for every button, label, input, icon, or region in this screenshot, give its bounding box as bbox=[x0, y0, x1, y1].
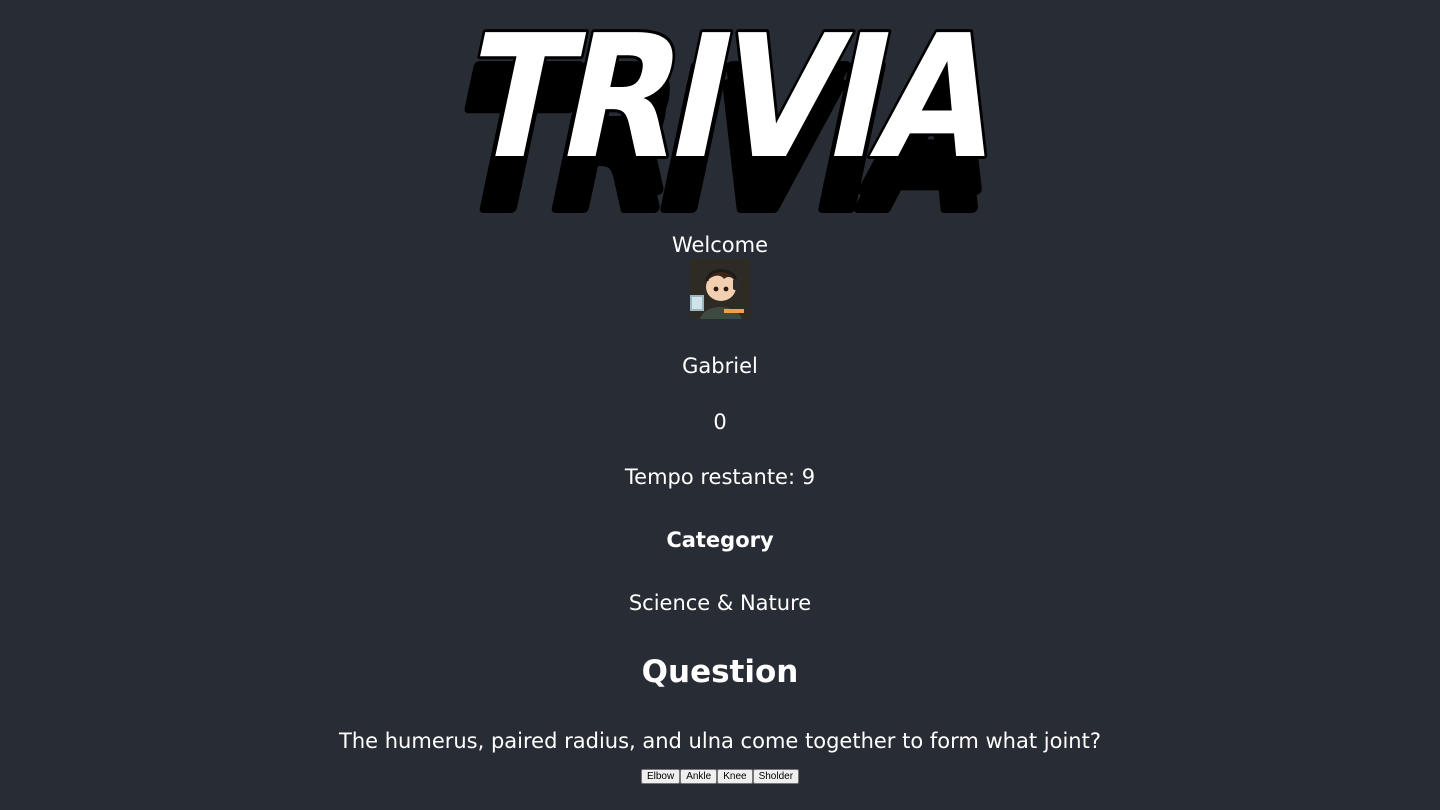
question-heading: Question bbox=[641, 654, 799, 690]
trivia-logo: TRIVIA TRIVIA TRIVIA bbox=[425, 18, 1020, 230]
trivia-game-page: TRIVIA TRIVIA TRIVIA Welcome Gabriel 0 T… bbox=[0, 0, 1440, 810]
category-heading: Category bbox=[666, 528, 774, 552]
time-remaining: Tempo restante: 9 bbox=[624, 465, 816, 489]
username: Gabriel bbox=[682, 354, 758, 378]
svg-text:TRIVIA: TRIVIA bbox=[450, 18, 1019, 197]
category-name: Science & Nature bbox=[628, 591, 812, 615]
answer-button-elbow[interactable]: Elbow bbox=[640, 769, 681, 784]
answer-button-knee[interactable]: Knee bbox=[717, 769, 753, 784]
question-text: The humerus, paired radius, and ulna com… bbox=[339, 729, 1101, 753]
welcome-text: Welcome bbox=[671, 233, 769, 257]
score: 0 bbox=[713, 410, 727, 434]
answer-options: Elbow Ankle Knee Sholder bbox=[0, 769, 1440, 784]
user-avatar bbox=[690, 259, 750, 319]
anime-boy-headphones-avatar-icon bbox=[690, 259, 750, 319]
answer-button-ankle[interactable]: Ankle bbox=[680, 769, 718, 784]
answer-button-sholder[interactable]: Sholder bbox=[752, 769, 800, 784]
